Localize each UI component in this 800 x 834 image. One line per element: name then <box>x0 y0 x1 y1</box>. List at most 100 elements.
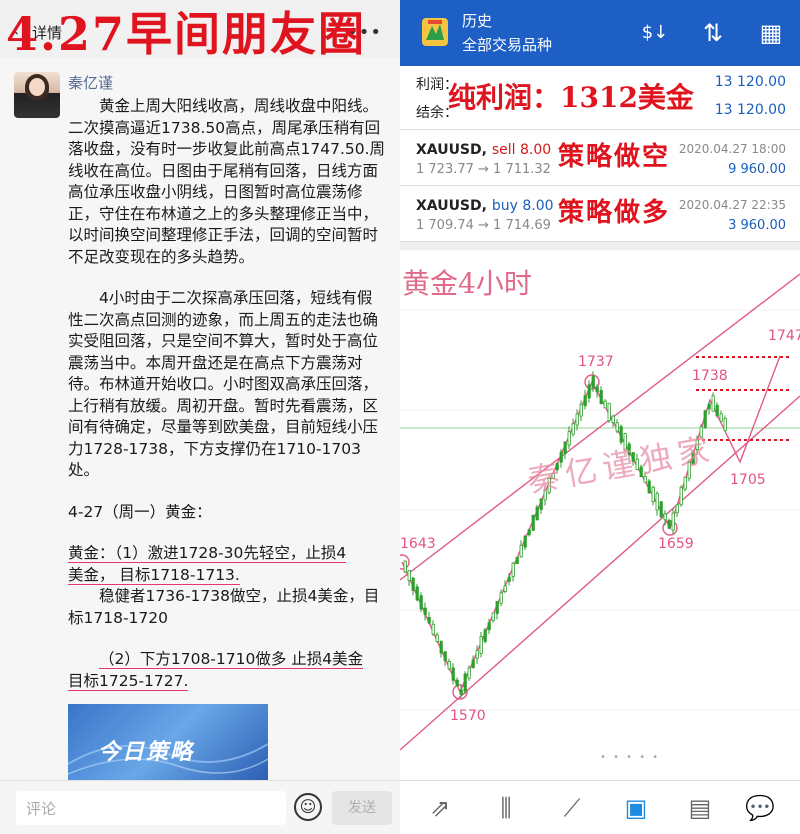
plan-1-line-c: 稳健者1736-1738做空，止损4美金，目标1718-1720 <box>68 587 380 627</box>
emoji-icon[interactable]: ☺ <box>294 793 322 821</box>
candle-body <box>515 556 519 565</box>
candle-body <box>527 529 531 536</box>
send-button[interactable]: 发送 <box>332 791 392 825</box>
candle-body <box>667 519 671 529</box>
candle-body <box>651 486 655 502</box>
news-tab-icon[interactable]: ▤ <box>678 789 722 827</box>
strategy-long-overlay: 策略做多 <box>558 198 671 228</box>
candle-body <box>455 679 459 687</box>
trade-row[interactable]: XAUUSD, sell 8.00 1 723.77 → 1 711.32 20… <box>400 130 800 186</box>
metatrader-logo-icon <box>422 18 448 46</box>
candle-body <box>535 506 539 521</box>
balance-value: 13 120.00 <box>714 102 786 118</box>
sort-order-icon[interactable]: ⇅ <box>698 18 728 48</box>
post-paragraph-2: 4小时由于二次探高承压回落，短线有假性二次高点回测的迹象，而上周五的走法也确实受… <box>68 289 379 479</box>
header-title: 历史 <box>462 12 493 30</box>
candle-body <box>603 400 607 409</box>
trade-prices: 1 723.77 → 1 711.32 <box>416 162 551 177</box>
candle-body <box>711 395 715 412</box>
candle-body <box>495 600 499 614</box>
calendar-icon[interactable]: ▦ <box>756 18 786 48</box>
overlay-headline: 4.27早间朋友圈 <box>6 7 367 61</box>
candle-body <box>587 384 591 399</box>
candle-body <box>575 413 579 426</box>
plan-1-line-a: 黄金：（1）激进1728-30先轻空，止损4 <box>68 544 347 563</box>
screenshot-root: ‹ 详情 ••• 4.27早间朋友圈 秦亿谨 黄金上周大阳线收高，周线收盘中阳线… <box>0 0 800 834</box>
moments-detail-pane: ‹ 详情 ••• 4.27早间朋友圈 秦亿谨 黄金上周大阳线收高，周线收盘中阳线… <box>0 0 400 834</box>
candle-body <box>707 403 711 410</box>
comment-bar: 评论 ☺ 发送 <box>0 780 400 834</box>
candle-body <box>431 623 435 635</box>
candle-body <box>683 476 687 490</box>
candle-body <box>567 431 571 446</box>
plan-2-line-b: 目标1725-1727. <box>68 671 189 691</box>
trade-history-pane: 历史 全部交易品种 $↓ ⇅ ▦ 利润： 13 120.00 结余： 13 12… <box>400 0 800 834</box>
avatar[interactable] <box>14 72 60 118</box>
candle-body <box>675 504 679 514</box>
trade-date: 2020.04.27 18:00 <box>678 142 786 156</box>
candle-body <box>679 486 683 506</box>
level-label-1738: 1738 <box>692 368 728 384</box>
candle-body <box>723 417 727 432</box>
net-profit-overlay: 纯利润：1312美金 <box>448 81 694 114</box>
candle-body <box>647 480 651 493</box>
candle-body <box>447 661 451 670</box>
plan-2-line-a: （2）下方1708-1710做多 止损4美金 <box>99 650 364 669</box>
candle-body <box>407 569 411 581</box>
avatar-face <box>29 78 45 96</box>
chart-title: 黄金4小时 <box>402 267 532 300</box>
candle-body <box>599 389 603 404</box>
sort-currency-icon[interactable]: $↓ <box>640 18 670 48</box>
candle-body <box>531 514 535 531</box>
candle-body <box>487 622 491 631</box>
header-subtitle[interactable]: 全部交易品种 <box>462 34 552 55</box>
candle-body <box>491 612 495 622</box>
wave-zigzag-path <box>401 355 781 694</box>
trade-profit: 3 960.00 <box>728 218 786 233</box>
trade-symbol: XAUUSD, buy 8.00 <box>416 198 554 214</box>
candle-body <box>475 650 479 659</box>
candle-body <box>483 629 487 642</box>
history-tab-icon[interactable]: ▣ <box>614 789 658 827</box>
candle-body <box>655 493 659 511</box>
chart-bars-tab-icon[interactable]: ⫼ <box>484 789 528 827</box>
trade-tab-icon[interactable]: ⟋ <box>550 789 594 827</box>
candle-body <box>439 640 443 654</box>
candle-body <box>459 689 463 695</box>
post-date-line: 4-27（周一）黄金： <box>68 502 212 521</box>
level-label-1659: 1659 <box>658 536 694 552</box>
author-name[interactable]: 秦亿谨 <box>68 72 113 93</box>
candle-body <box>607 402 611 422</box>
candle-body <box>671 512 675 531</box>
candle-body <box>715 404 719 417</box>
trade-row[interactable]: XAUUSD, buy 8.00 1 709.74 → 1 714.69 202… <box>400 186 800 242</box>
trade-prices: 1 709.74 → 1 714.69 <box>416 218 551 233</box>
summary-block: 利润： 13 120.00 结余： 13 120.00 纯利润：1312美金 <box>400 66 800 130</box>
level-label-1737: 1737 <box>578 354 614 370</box>
candle-body <box>423 607 427 615</box>
candle-body <box>611 415 615 424</box>
candle-body <box>403 560 407 573</box>
app-header: 历史 全部交易品种 $↓ ⇅ ▦ <box>400 0 800 66</box>
chat-tab-icon[interactable]: 💬 <box>738 789 782 827</box>
candle-body <box>719 413 723 422</box>
profit-value: 13 120.00 <box>714 74 786 90</box>
post-body: 黄金上周大阳线收高，周线收盘中阳线。二次摸高逼近1738.50高点，周尾承压稍有… <box>68 96 386 692</box>
candle-body <box>583 395 587 407</box>
trade-profit: 9 960.00 <box>728 162 786 177</box>
candle-body <box>427 617 431 624</box>
quotes-tab-icon[interactable]: ⇗ <box>418 789 462 827</box>
candle-body <box>663 513 667 521</box>
candle-body <box>503 585 507 592</box>
candle-body <box>463 673 467 692</box>
separator <box>400 242 800 250</box>
post-image-thumbnail[interactable]: 今日策略 <box>68 704 268 780</box>
comment-input[interactable]: 评论 <box>16 791 286 825</box>
candle-body <box>571 423 575 435</box>
candle-body <box>507 576 511 582</box>
candle-body <box>419 595 423 610</box>
candle-body <box>519 544 523 558</box>
post-paragraph-1: 黄金上周大阳线收高，周线收盘中阳线。二次摸高逼近1738.50高点，周尾承压稍有… <box>68 97 386 266</box>
candlestick-series <box>403 371 727 699</box>
gold-4h-chart[interactable] <box>400 250 800 780</box>
